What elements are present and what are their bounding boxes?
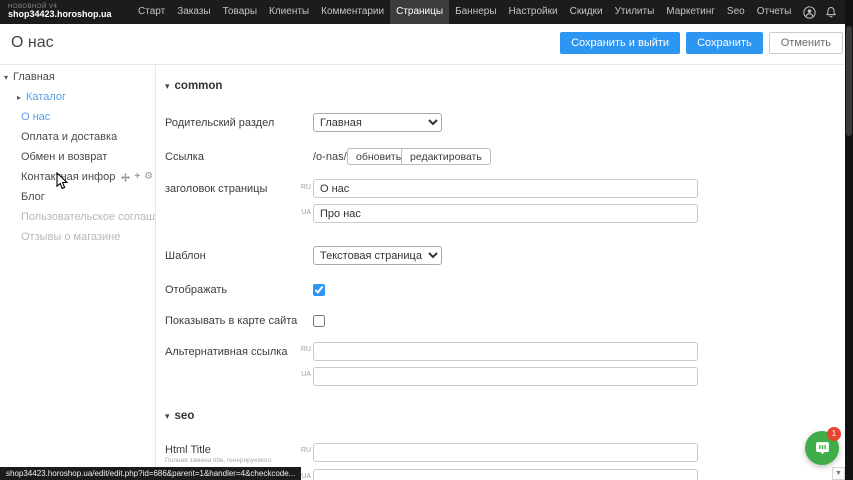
lang-tag-ru: RU [298,184,311,191]
top-menu-item[interactable]: Seo [721,0,751,24]
section-common-label: common [175,80,223,92]
html-title-ru-input[interactable] [313,443,698,462]
top-menu-item[interactable]: Старт [132,0,171,24]
sidebar-item[interactable]: Отзывы о магазине [0,227,155,247]
sidebar-item[interactable]: ▾Главная [0,67,155,87]
window-scrollbar[interactable] [845,0,853,480]
sidebar-item[interactable]: Блог [0,187,155,207]
display-label: Отображать [165,284,227,296]
cancel-button[interactable]: Отменить [769,32,843,54]
chevron-down-icon: ▾ [165,411,170,422]
sitemap-label: Показывать в карте сайта [165,315,297,327]
top-menu-item[interactable]: Маркетинг [660,0,721,24]
link-label: Ссылка [165,151,204,163]
lang-tag-ru: RU [298,346,311,353]
browser-status-bar: shop34423.horoshop.ua/edit/edit.php?id=6… [0,467,301,480]
sidebar-item-label: Главная [13,71,55,83]
template-select[interactable]: Текстовая страница [313,246,442,265]
move-icon[interactable] [121,173,130,182]
notifications-icon[interactable] [825,6,837,18]
lang-tag-ua: UA [298,209,311,216]
chat-widget-button[interactable]: 1 [805,431,839,465]
sidebar-item[interactable]: Контактная инфор+⚙ [0,167,155,187]
top-menu-item[interactable]: Баннеры [449,0,502,24]
top-menu-item[interactable]: Скидки [564,0,609,24]
top-menu-item[interactable]: Комментарии [315,0,390,24]
display-checkbox[interactable] [313,284,325,296]
top-menu-item[interactable]: Настройки [503,0,564,24]
top-menu-item[interactable]: Страницы [390,0,449,24]
brand-logo[interactable]: НОВОВНОЙ V4 shop34423.horoshop.ua [8,4,126,20]
sidebar-item[interactable]: О нас [0,107,155,127]
sidebar-item-label: Каталог [26,91,66,103]
link-edit-button[interactable]: редактировать [401,148,491,165]
parent-section-label: Родительский раздел [165,117,274,129]
add-icon[interactable]: + [134,172,140,182]
top-menu-item[interactable]: Заказы [171,0,216,24]
section-seo[interactable]: ▾ seo [165,410,194,422]
topbar: НОВОВНОЙ V4 shop34423.horoshop.ua СтартЗ… [0,0,853,24]
page-title-ru-input[interactable] [313,179,698,198]
chat-unread-badge: 1 [827,427,841,441]
chat-icon [814,440,831,457]
account-icon[interactable] [803,6,816,19]
save-button[interactable]: Сохранить [686,32,763,54]
lang-tag-ru: RU [298,447,311,454]
top-menu-item[interactable]: Утилиты [609,0,661,24]
sidebar-page-tree: ▾Главная▸КаталогО насОплата и доставкаОб… [0,65,156,480]
chevron-down-icon: ▾ [165,81,170,92]
sidebar-item[interactable]: Обмен и возврат [0,147,155,167]
alt-link-ua-input[interactable] [313,367,698,386]
save-and-exit-button[interactable]: Сохранить и выйти [560,32,680,54]
sidebar-item-label: Оплата и доставка [21,131,117,143]
page-title: О нас [11,34,54,52]
scrollbar-thumb[interactable] [846,26,852,136]
alt-link-label: Альтернативная ссылка [165,346,287,358]
main-form: ▾ common Родительский раздел Главная Ссы… [157,65,845,480]
scroll-down-arrow[interactable]: ▼ [832,467,845,480]
sidebar-item-label: Блог [21,191,45,203]
top-menu-item[interactable]: Товары [217,0,263,24]
sidebar-item-label: Пользовательское соглашение [21,211,155,223]
header-buttons: Сохранить и выйти Сохранить Отменить [560,32,843,54]
html-title-label: Html Title [165,444,211,456]
chevron-down-icon[interactable]: ▾ [4,73,13,82]
sidebar-item-label: Обмен и возврат [21,151,107,163]
section-seo-label: seo [175,410,195,422]
top-menu-item[interactable]: Клиенты [263,0,315,24]
sidebar-item-label: О нас [21,111,50,123]
alt-link-ru-input[interactable] [313,342,698,361]
sidebar-item[interactable]: Пользовательское соглашение [0,207,155,227]
tree-item-tools: +⚙ [121,172,155,182]
page-title-field-label: заголовок страницы [165,183,267,195]
section-common[interactable]: ▾ common [165,80,222,92]
chevron-right-icon[interactable]: ▸ [17,93,26,102]
sitemap-checkbox[interactable] [313,315,325,327]
sidebar-item-label: Контактная инфор [21,171,115,183]
sidebar-item[interactable]: Оплата и доставка [0,127,155,147]
sidebar-item[interactable]: ▸Каталог [0,87,155,107]
page-header: О нас Сохранить и выйти Сохранить Отмени… [0,24,853,65]
parent-section-select[interactable]: Главная [313,113,442,132]
link-value: /o-nas/ [313,151,347,163]
sidebar-item-label: Отзывы о магазине [21,231,120,243]
brand-domain: shop34423.horoshop.ua [8,10,126,20]
top-menu-item[interactable]: Отчеты [751,0,798,24]
html-title-ua-input[interactable] [313,469,698,480]
lang-tag-ua: UA [298,371,311,378]
template-label: Шаблон [165,250,206,262]
gear-icon[interactable]: ⚙ [144,172,153,182]
topbar-icons [803,6,837,19]
page-title-ua-input[interactable] [313,204,698,223]
top-menu: СтартЗаказыТоварыКлиентыКомментарииСтран… [132,0,797,24]
html-title-hint: Полная замена title, генерируемого [165,457,315,464]
